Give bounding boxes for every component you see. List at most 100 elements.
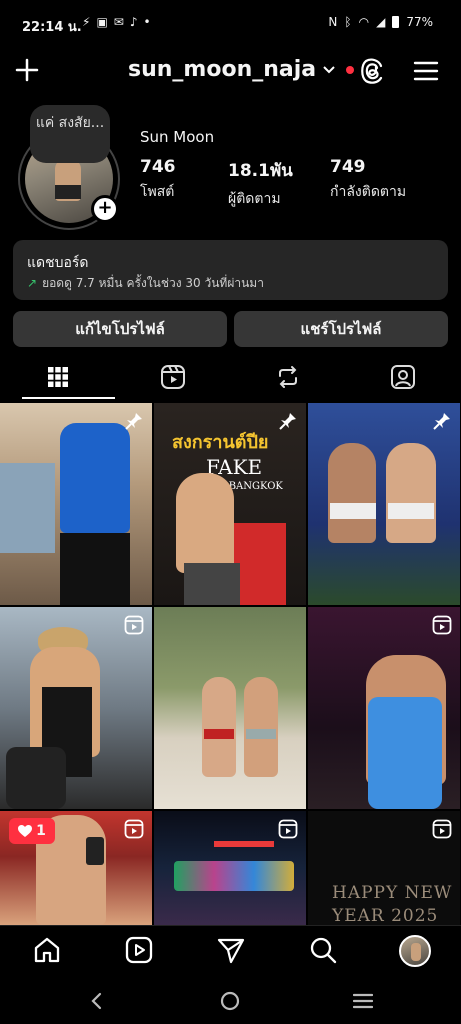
like-notification-badge[interactable]: 1 [9, 818, 55, 844]
threads-icon [361, 58, 383, 84]
like-count: 1 [36, 823, 46, 839]
post-subject [60, 423, 130, 533]
account-switcher[interactable]: sun_moon_naja [128, 57, 355, 82]
dashboard-title: แดชบอร์ด [27, 255, 89, 271]
grid-post[interactable] [308, 607, 460, 809]
signal-icon: ◢ [376, 15, 386, 29]
stat-value: 746 [140, 157, 176, 177]
grid-post[interactable] [308, 403, 460, 605]
header-username: sun_moon_naja [128, 57, 317, 82]
post-subject [328, 443, 376, 543]
sync-icon: ⚡ [82, 15, 91, 29]
stat-value: 749 [330, 157, 366, 177]
mail-icon: ✉ [113, 15, 124, 29]
post-new-year-line2: YEAR 2025 [332, 906, 439, 925]
stat-label: ผู้ติดตาม [228, 191, 281, 207]
profile-note-text: แค่ สงสัย... [35, 115, 105, 131]
share-profile-button[interactable]: แชร์โปรไฟล์ [234, 311, 448, 347]
tab-reels[interactable] [115, 356, 230, 398]
grid-post[interactable] [0, 607, 152, 809]
nav-home[interactable] [32, 935, 62, 965]
back-icon[interactable] [88, 992, 106, 1010]
reels-badge-icon [124, 819, 144, 839]
grid-post[interactable]: HAPPY NEW YEAR 2025 [308, 811, 460, 925]
status-bar: 22:14 น. ⚡ ▣ ✉ ♪ • N ᛒ ◠ ◢ 77% [0, 0, 461, 48]
post-stage-lights [174, 861, 294, 891]
reels-badge-icon [124, 615, 144, 635]
reels-badge-icon [278, 819, 298, 839]
stat-followers[interactable]: 18.1พัน ผู้ติดตาม [228, 157, 293, 210]
tab-reposts[interactable] [230, 356, 345, 398]
stat-label: กำลังติดตาม [330, 184, 407, 200]
nav-search[interactable] [308, 935, 338, 965]
grid-post[interactable] [154, 811, 306, 925]
post-subject [202, 677, 236, 777]
reels-icon [160, 365, 185, 389]
post-subject [176, 473, 234, 573]
notification-icons: ⚡ ▣ ✉ ♪ • [82, 15, 151, 29]
post-underwear [330, 503, 376, 519]
post-new-year-line1: HAPPY NEW [332, 883, 453, 903]
tab-grid[interactable] [0, 356, 115, 398]
edit-profile-button[interactable]: แก้ไขโปรไฟล์ [13, 311, 227, 347]
trend-up-icon: ↗ [27, 276, 38, 290]
add-story-button[interactable]: + [91, 195, 119, 223]
post-underwear [388, 503, 434, 519]
pin-icon [433, 413, 450, 430]
stat-label: โพสต์ [140, 184, 175, 200]
threads-button[interactable] [357, 56, 387, 86]
battery-icon [392, 16, 400, 28]
dashboard-subtitle-text: ยอดดู 7.7 หมื่น ครั้งในช่วง 30 วันที่ผ่า… [42, 276, 264, 290]
menu-button[interactable] [412, 56, 440, 86]
post-subject [386, 443, 436, 543]
grid-post[interactable] [0, 403, 152, 605]
nfc-icon: N [328, 15, 338, 29]
nav-messages[interactable] [216, 935, 246, 965]
dot-icon: • [143, 15, 151, 29]
plus-icon [15, 58, 39, 82]
post-tank [368, 697, 442, 809]
wifi-icon: ◠ [358, 15, 370, 29]
dashboard-subtitle: ↗ ยอดดู 7.7 หมื่น ครั้งในช่วง 30 วันที่ผ่… [27, 274, 264, 293]
send-icon [217, 938, 245, 964]
grid-icon [47, 367, 68, 387]
post-neon-strip [214, 841, 274, 847]
tab-tagged[interactable] [345, 356, 460, 398]
gallery-icon: ▣ [96, 15, 108, 29]
nav-avatar-figure [411, 943, 421, 961]
post-phone [86, 837, 104, 865]
bluetooth-icon: ᛒ [344, 15, 352, 29]
heart-icon [18, 824, 33, 837]
post-subject [244, 677, 278, 777]
post-sign-thai: สงกรานต์ปีย [172, 432, 269, 453]
grid-post[interactable] [154, 607, 306, 809]
reels-badge-icon [432, 819, 452, 839]
post-swimwear [204, 729, 234, 739]
stat-posts[interactable]: 746 โพสต์ [140, 157, 176, 203]
nav-reels[interactable] [124, 935, 154, 965]
nav-profile-avatar[interactable] [399, 935, 431, 967]
repost-icon [278, 366, 297, 388]
avatar-shorts [55, 185, 81, 199]
status-time: 22:14 น. [22, 20, 82, 35]
system-navigation-bar [0, 978, 461, 1024]
stat-value: 18.1พัน [228, 161, 293, 181]
system-icons: N ᛒ ◠ ◢ 77% [328, 15, 433, 29]
tagged-icon [390, 365, 415, 389]
create-button[interactable] [12, 55, 42, 85]
professional-dashboard[interactable]: แดชบอร์ด ↗ ยอดดู 7.7 หมื่น ครั้งในช่วง 30… [13, 240, 448, 300]
reels-icon [125, 936, 153, 964]
pin-icon [279, 413, 296, 430]
grid-post[interactable]: สงกรานต์ปีย FAKE CLUB BANGKOK [154, 403, 306, 605]
home-icon [34, 937, 60, 963]
profile-note[interactable]: แค่ สงสัย... [30, 105, 110, 163]
post-subject-legs [60, 533, 130, 605]
post-bag [6, 747, 66, 809]
reels-badge-icon [432, 615, 452, 635]
home-button-icon[interactable] [220, 991, 240, 1011]
recent-apps-icon[interactable] [353, 992, 373, 1010]
post-window [0, 463, 55, 553]
active-tab-indicator [22, 397, 115, 399]
stat-following[interactable]: 749 กำลังติดตาม [330, 157, 406, 203]
notification-dot [346, 65, 355, 74]
